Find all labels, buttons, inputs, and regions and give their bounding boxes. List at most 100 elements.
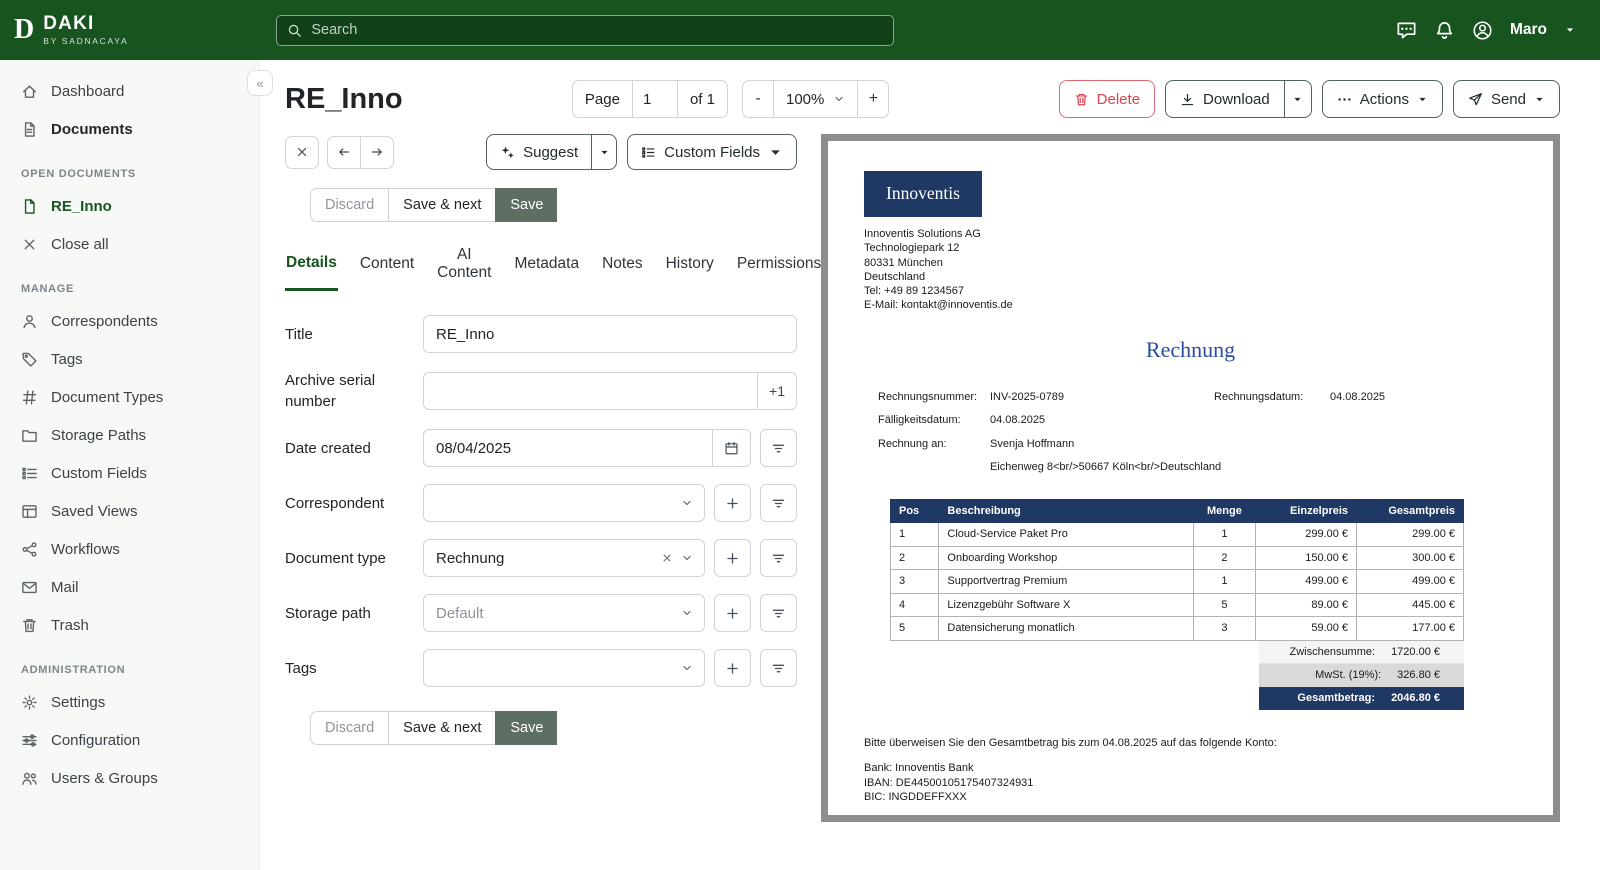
chevron-down-icon bbox=[681, 497, 693, 509]
save-bar-button[interactable]: Save bbox=[495, 188, 558, 222]
documents-icon bbox=[21, 121, 38, 138]
tab[interactable]: Notes bbox=[601, 246, 644, 291]
filter-by-date-button[interactable] bbox=[760, 429, 797, 467]
next-document-button[interactable] bbox=[360, 135, 394, 169]
zoom-select[interactable]: 100% bbox=[773, 81, 859, 117]
correspondent-field-label: Correspondent bbox=[285, 494, 385, 512]
save-bar-button[interactable]: Discard bbox=[310, 188, 389, 222]
close-icon bbox=[21, 236, 38, 253]
brand-logo: D bbox=[14, 14, 35, 45]
clear-selection-icon[interactable] bbox=[661, 552, 673, 564]
invoice-page: Innoventis Innoventis Solutions AG Techno… bbox=[821, 134, 1560, 822]
filter-by-storage-path-button[interactable] bbox=[760, 594, 797, 632]
caret-down-icon bbox=[1292, 94, 1303, 105]
add-tag-button[interactable] bbox=[714, 649, 751, 687]
sidebar-item[interactable]: Correspondents bbox=[0, 302, 259, 340]
bank-line: BIC: INGDDEFFXXX bbox=[864, 791, 967, 804]
add-document-type-button[interactable] bbox=[714, 539, 751, 577]
sidebar-item[interactable]: Settings bbox=[0, 683, 259, 721]
filter-by-correspondent-button[interactable] bbox=[760, 484, 797, 522]
sender-line: Innoventis Solutions AG bbox=[864, 228, 981, 240]
suggest-dropdown-button[interactable] bbox=[591, 134, 618, 170]
storage-path-select[interactable]: Default bbox=[423, 594, 705, 632]
recipient-value: Svenja Hoffmann bbox=[990, 437, 1075, 450]
document-type-select[interactable]: Rechnung bbox=[423, 539, 705, 577]
sidebar-item[interactable]: Saved Views bbox=[0, 492, 259, 530]
tab[interactable]: Metadata bbox=[513, 246, 580, 291]
filter-by-document-type-button[interactable] bbox=[760, 539, 797, 577]
sidebar-item[interactable]: Custom Fields bbox=[0, 454, 259, 492]
download-button[interactable]: Download bbox=[1165, 80, 1285, 118]
save-bar-button[interactable]: Save & next bbox=[388, 188, 496, 222]
delete-button[interactable]: Delete bbox=[1058, 80, 1156, 118]
tab[interactable]: AI Content bbox=[436, 246, 492, 291]
calendar-button[interactable] bbox=[712, 429, 751, 467]
configuration-icon bbox=[21, 732, 38, 749]
sidebar-item[interactable]: Documents bbox=[0, 110, 259, 148]
filter-by-tag-button[interactable] bbox=[760, 649, 797, 687]
download-dropdown-button[interactable] bbox=[1283, 80, 1312, 118]
invoice-item-row: 2 Onboarding Workshop 2 150.00 € 300.00 … bbox=[889, 545, 1464, 571]
user-menu-caret-icon[interactable] bbox=[1564, 24, 1576, 36]
add-storage-path-button[interactable] bbox=[714, 594, 751, 632]
asn-input[interactable] bbox=[423, 372, 758, 410]
sidebar-item[interactable]: Close all bbox=[0, 225, 259, 263]
custom-fields-icon bbox=[21, 465, 38, 482]
sender-line: Deutschland bbox=[864, 270, 926, 283]
tab[interactable]: Content bbox=[359, 246, 415, 291]
invoice-total-row: MwSt. (19%): 326.80 € bbox=[1259, 664, 1464, 687]
sidebar-section-administration: ADMINISTRATION bbox=[21, 664, 126, 676]
download-icon bbox=[1180, 92, 1195, 107]
sidebar-item[interactable]: Document Types bbox=[0, 378, 259, 416]
save-bar-button[interactable]: Save bbox=[495, 711, 558, 745]
document-preview[interactable]: Innoventis Innoventis Solutions AG Techno… bbox=[821, 134, 1560, 822]
zoom-in-button[interactable]: + bbox=[858, 81, 888, 117]
save-bar-button[interactable]: Save & next bbox=[388, 711, 496, 745]
chat-icon[interactable] bbox=[1396, 20, 1417, 41]
tags-select[interactable] bbox=[423, 649, 705, 687]
tab[interactable]: Permissions bbox=[736, 246, 822, 291]
sidebar-item[interactable]: Tags bbox=[0, 340, 259, 378]
sidebar-item[interactable]: Workflows bbox=[0, 530, 259, 568]
date-created-field-label: Date created bbox=[285, 439, 371, 457]
search-input[interactable] bbox=[311, 22, 884, 38]
sidebar-item[interactable]: Users & Groups bbox=[0, 759, 259, 797]
zoom-out-button[interactable]: - bbox=[743, 81, 773, 117]
arrow-left-icon bbox=[337, 145, 351, 159]
invoice-title: Rechnung bbox=[1145, 336, 1236, 362]
tab[interactable]: History bbox=[665, 246, 715, 291]
sidebar-item[interactable]: Mail bbox=[0, 568, 259, 606]
date-created-input[interactable] bbox=[423, 429, 712, 467]
sidebar-item[interactable]: Trash bbox=[0, 606, 259, 644]
save-bar-button[interactable]: Discard bbox=[310, 711, 389, 745]
chevron-down-icon bbox=[681, 552, 693, 564]
previous-document-button[interactable] bbox=[327, 135, 361, 169]
user-menu[interactable]: Maro bbox=[1510, 21, 1547, 39]
user-avatar-icon[interactable] bbox=[1472, 20, 1493, 41]
tab[interactable]: Details bbox=[285, 246, 338, 291]
custom-fields-button[interactable]: Custom Fields bbox=[627, 134, 797, 170]
notifications-bell-icon[interactable] bbox=[1434, 20, 1455, 41]
asn-field-label: Archive serial number bbox=[285, 372, 376, 410]
add-correspondent-button[interactable] bbox=[714, 484, 751, 522]
filter-icon bbox=[771, 551, 786, 566]
collapse-sidebar-button[interactable]: « bbox=[247, 70, 273, 96]
sidebar: Dashboard Documents OPEN DOCUMENTS RE_In… bbox=[0, 60, 260, 870]
sidebar-item[interactable]: Storage Paths bbox=[0, 416, 259, 454]
save-button-group-bottom: Discard Save & next Save bbox=[310, 711, 558, 745]
invoice-totals: Zwischensumme: 1720.00 € MwSt. (19%): 32… bbox=[1259, 640, 1464, 710]
sidebar-item[interactable]: RE_Inno bbox=[0, 187, 259, 225]
due-date-value: 04.08.2025 bbox=[990, 414, 1046, 427]
send-button[interactable]: Send bbox=[1452, 80, 1560, 118]
asn-increment-button[interactable]: +1 bbox=[757, 372, 797, 410]
title-input[interactable] bbox=[423, 315, 797, 353]
close-document-button[interactable] bbox=[285, 135, 319, 169]
actions-button[interactable]: Actions bbox=[1321, 80, 1443, 118]
page-input[interactable] bbox=[631, 81, 678, 117]
sidebar-item[interactable]: Configuration bbox=[0, 721, 259, 759]
brand[interactable]: D DAKI BY SADNACAYA bbox=[14, 14, 128, 46]
suggest-button[interactable]: Suggest bbox=[486, 134, 593, 170]
correspondent-select[interactable] bbox=[423, 484, 705, 522]
sidebar-item[interactable]: Dashboard bbox=[0, 72, 259, 110]
invoice-items-table: Pos Beschreibung Menge Einzelpreis Gesamtpre… bbox=[889, 498, 1464, 641]
